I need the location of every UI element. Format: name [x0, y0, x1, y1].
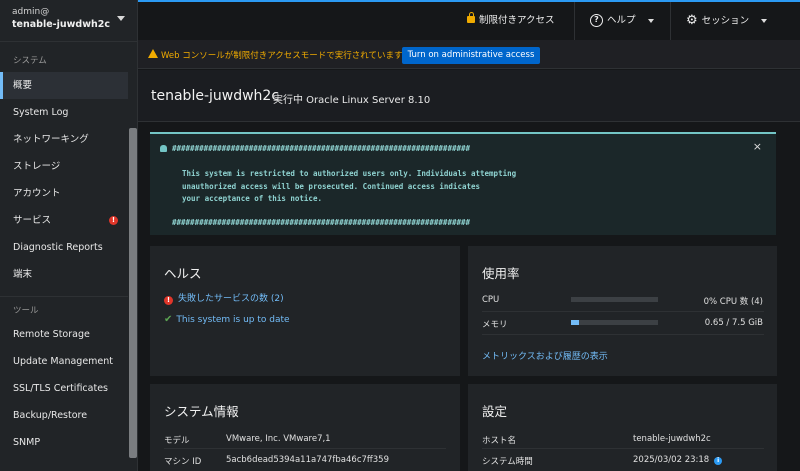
- sidebar-item-networking[interactable]: ネットワーキング: [0, 126, 128, 153]
- gear-icon: ⚙: [686, 13, 698, 28]
- model-label: モデル: [164, 436, 190, 446]
- usage-title: 使用率: [482, 266, 520, 281]
- error-icon: !: [164, 296, 173, 305]
- health-title: ヘルス: [164, 266, 202, 281]
- info-divider: [164, 448, 446, 449]
- configuration-card: 設定 ホスト名 tenable-juwdwh2c システム時間 2025/03/…: [468, 384, 777, 471]
- memory-label: メモリ: [482, 320, 508, 330]
- sidebar-item-backup-restore[interactable]: Backup/Restore: [0, 402, 128, 429]
- main-area: Web コンソールが制限付きアクセスモードで実行されています。 Turn on …: [138, 40, 800, 471]
- motd-line: unauthorized access will be prosecuted. …: [182, 182, 481, 191]
- chevron-down-icon[interactable]: [117, 16, 125, 21]
- sidebar-item-services[interactable]: サービス !: [0, 207, 128, 234]
- failed-services-link[interactable]: ! 失敗したサービスの数 (2): [164, 291, 284, 305]
- system-time-label: システム時間: [482, 457, 533, 467]
- sidebar-item-accounts[interactable]: アカウント: [0, 180, 128, 207]
- health-card: ヘルス ! 失敗したサービスの数 (2) ✔ This system is up t…: [150, 246, 460, 376]
- chevron-down-icon: [761, 19, 768, 23]
- system-info-card: システム情報 モデル VMware, Inc. VMware7,1 マシン ID…: [150, 384, 460, 471]
- help-icon: ?: [590, 14, 603, 27]
- motd-line: ########################################…: [172, 218, 471, 227]
- topbar-divider: [670, 2, 671, 40]
- sidebar-scrollbar[interactable]: [129, 128, 137, 458]
- motd-line: your acceptance of this notice.: [182, 194, 322, 203]
- alert-text: Web コンソールが制限付きアクセスモードで実行されています。: [161, 51, 411, 61]
- help-menu[interactable]: ? ヘルプ: [590, 2, 654, 40]
- hostname-value[interactable]: tenable-juwdwh2c: [633, 434, 711, 444]
- memory-usage-fill: [571, 320, 579, 325]
- topbar: 制限付きアクセス ? ヘルプ ⚙ セッション: [138, 0, 800, 40]
- motd-banner: × ######################################…: [150, 132, 776, 235]
- sidebar-item-update-management[interactable]: Update Management: [0, 348, 128, 375]
- motd-line: This system is restricted to authorized …: [182, 169, 517, 178]
- model-value: VMware, Inc. VMware7,1: [226, 434, 331, 444]
- system-info-title: システム情報: [164, 404, 239, 419]
- configuration-title: 設定: [482, 404, 508, 419]
- restricted-access-label: 制限付きアクセス: [479, 15, 555, 26]
- usage-divider: [482, 311, 764, 312]
- failed-services-label: 失敗したサービスの数 (2): [178, 294, 284, 304]
- machine-id-value: 5acb6dead5394a11a747fba46c7ff359: [226, 455, 389, 465]
- session-menu[interactable]: ⚙ セッション: [686, 2, 768, 40]
- hostname-label: ホスト名: [482, 436, 517, 446]
- host-switcher[interactable]: admin@ tenable-juwdwh2c: [0, 0, 137, 42]
- updates-status-label: This system is up to date: [176, 315, 290, 325]
- chevron-down-icon: [647, 18, 654, 23]
- sidebar-item-terminal[interactable]: 端末: [0, 261, 128, 288]
- sidebar-item-remote-storage[interactable]: Remote Storage: [0, 321, 128, 348]
- check-icon: ✔: [164, 314, 173, 325]
- motd-line: ########################################…: [172, 144, 471, 153]
- page-subtitle: 実行中 Oracle Linux Server 8.10: [273, 95, 431, 106]
- page-title: tenable-juwdwh2c: [151, 88, 280, 104]
- cpu-value: 0% CPU 数 (4): [703, 297, 763, 307]
- error-badge-icon: !: [109, 216, 118, 225]
- sidebar-item-overview[interactable]: 概要: [0, 72, 128, 99]
- host-user: admin@: [12, 7, 50, 17]
- overview-content: × ######################################…: [138, 123, 800, 471]
- turn-on-admin-access-button[interactable]: Turn on administrative access: [402, 47, 540, 64]
- host-name: tenable-juwdwh2c: [12, 19, 110, 30]
- sidebar-item-system-log[interactable]: System Log: [0, 99, 128, 126]
- system-time-text: 2025/03/02 23:18: [633, 455, 710, 465]
- page-header: tenable-juwdwh2c 実行中 Oracle Linux Server…: [138, 70, 800, 122]
- usage-card: 使用率 CPU 0% CPU 数 (4) メモリ 0.65 / 7.5 GiB …: [468, 246, 777, 376]
- usage-divider: [482, 334, 764, 335]
- sidebar-item-storage[interactable]: ストレージ: [0, 153, 128, 180]
- sidebar-item-label: サービス: [13, 215, 52, 226]
- memory-value: 0.65 / 7.5 GiB: [704, 318, 763, 328]
- warning-icon: [148, 49, 158, 58]
- session-label: セッション: [701, 15, 750, 27]
- topbar-divider: [574, 2, 575, 40]
- sidebar-item-ssl-certificates[interactable]: SSL/TLS Certificates: [0, 375, 128, 402]
- cpu-usage-bar: [571, 297, 658, 302]
- view-metrics-link[interactable]: メトリックスおよび履歴の表示: [482, 349, 608, 362]
- help-label: ヘルプ: [607, 15, 636, 26]
- nav-section-system: システム: [13, 56, 47, 66]
- sidebar-item-snmp[interactable]: SNMP: [0, 429, 128, 456]
- nav-section-tools: ツール: [13, 306, 39, 316]
- restricted-access-button[interactable]: 制限付きアクセス: [467, 2, 555, 40]
- restricted-mode-alert: Web コンソールが制限付きアクセスモードで実行されています。 Turn on …: [138, 40, 800, 69]
- machine-id-label: マシン ID: [164, 457, 202, 467]
- info-icon[interactable]: i: [714, 457, 723, 465]
- cpu-label: CPU: [482, 295, 500, 305]
- updates-status-link[interactable]: ✔ This system is up to date: [164, 314, 290, 325]
- close-icon[interactable]: ×: [753, 140, 762, 153]
- memory-usage-bar: [571, 320, 658, 325]
- system-time-value[interactable]: 2025/03/02 23:18 i: [633, 455, 723, 465]
- sidebar: admin@ tenable-juwdwh2c システム 概要 System L…: [0, 0, 138, 471]
- sidebar-item-diagnostic-reports[interactable]: Diagnostic Reports: [0, 234, 128, 261]
- info-divider: [482, 448, 764, 449]
- lock-icon: [467, 12, 475, 23]
- bell-icon: [160, 145, 167, 152]
